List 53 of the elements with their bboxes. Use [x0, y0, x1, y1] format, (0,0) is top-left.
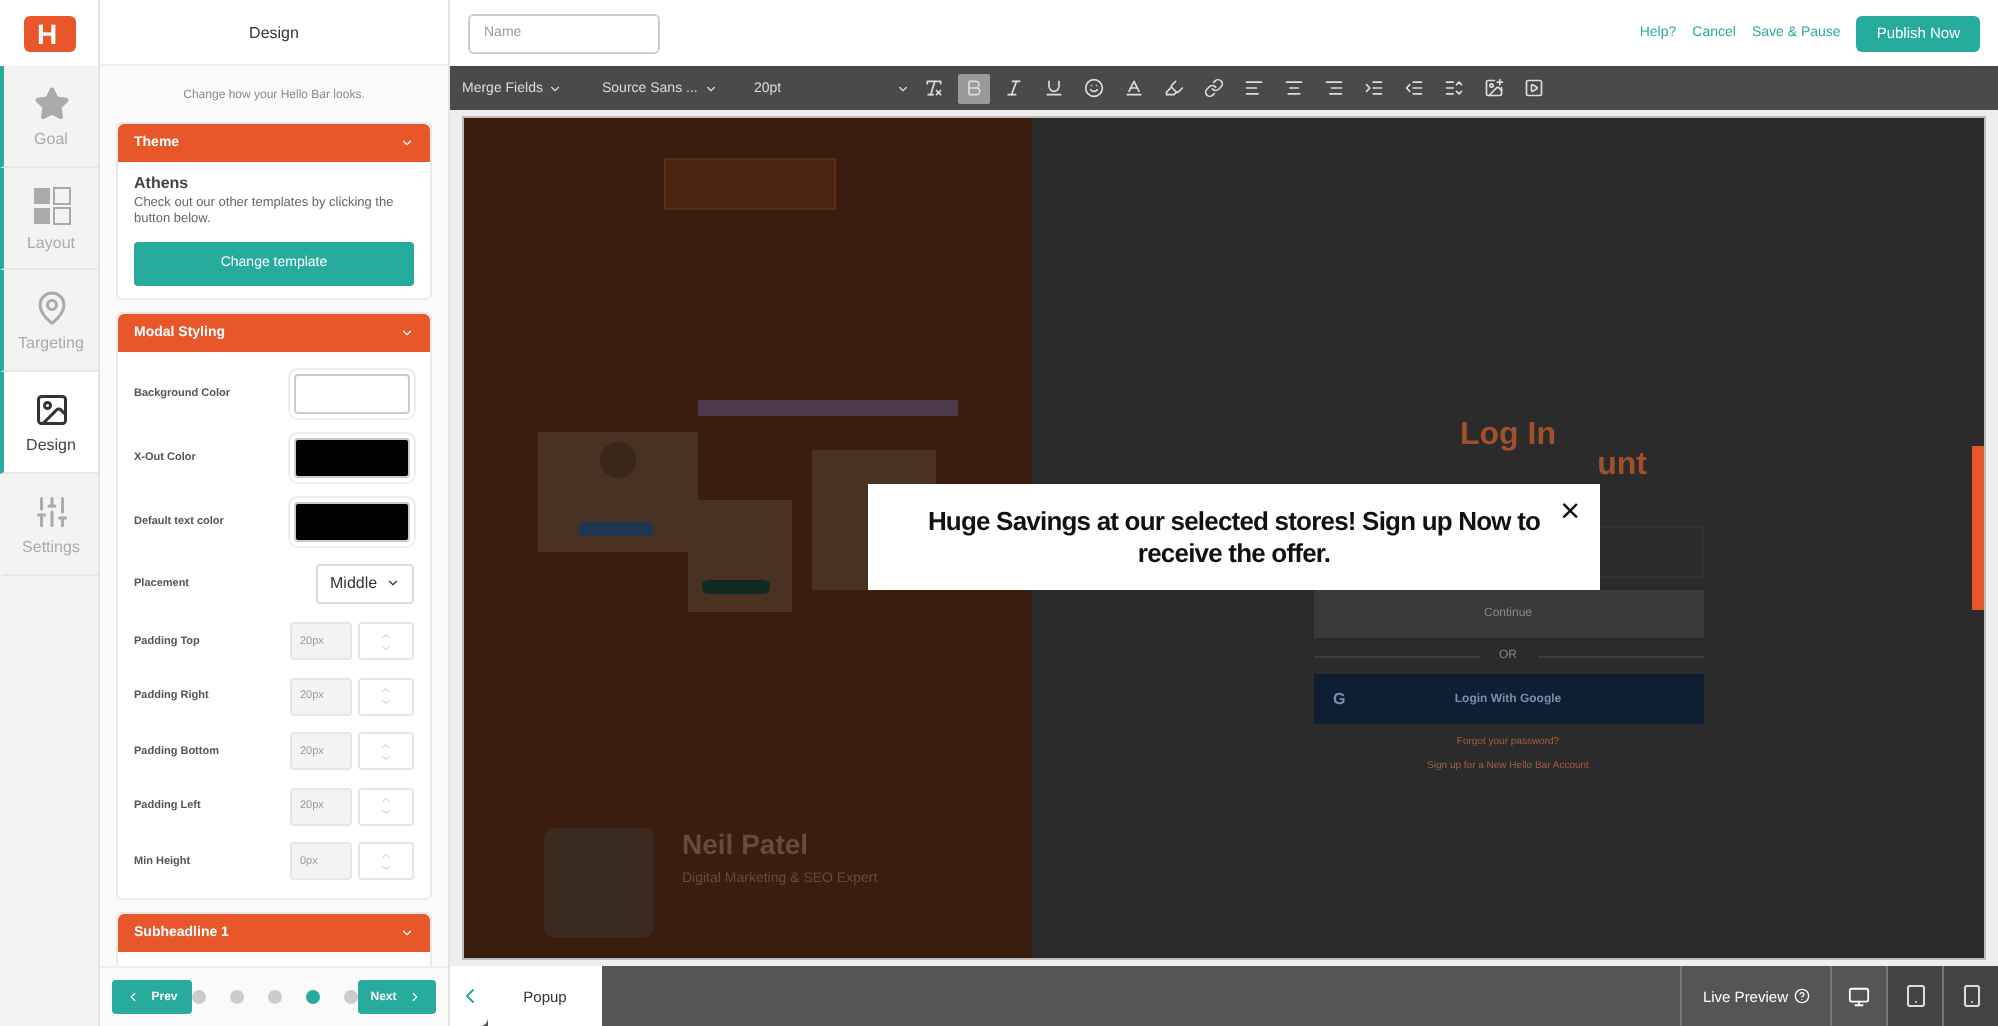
nav-label: Settings — [22, 537, 80, 555]
chevron-down-icon — [380, 751, 392, 764]
chevron-down-icon — [400, 136, 414, 150]
tablet-icon[interactable] — [1886, 966, 1942, 1026]
settings-icon — [33, 493, 69, 529]
nav-label: Design — [26, 435, 76, 453]
help-icon — [1794, 988, 1810, 1004]
chevron-down-icon — [400, 325, 414, 340]
phone-icon[interactable] — [1942, 966, 1998, 1026]
chevron-down-icon — [896, 81, 910, 95]
chevron-down-icon — [380, 641, 392, 654]
chevron-left-icon — [125, 990, 140, 1004]
chevron-up-icon — [380, 629, 392, 642]
chevron-up-icon — [380, 794, 392, 807]
chevron-down-icon — [380, 696, 392, 709]
login-heading: unt — [1595, 450, 1649, 482]
chevron-down-icon — [400, 926, 414, 941]
chevron-down-icon — [703, 81, 718, 95]
layout-icon — [31, 185, 71, 225]
nav-item[interactable]: Goal — [0, 66, 98, 168]
theme-name: Athens — [134, 174, 191, 192]
chevron-up-icon — [380, 739, 392, 752]
bold-icon[interactable] — [958, 73, 990, 103]
close-button[interactable]: × — [1560, 494, 1580, 528]
design-icon — [33, 391, 69, 427]
nav-label: Layout — [26, 233, 76, 251]
color-swatch[interactable] — [294, 437, 410, 478]
nav-item[interactable]: Layout — [0, 168, 98, 270]
chevron-down-icon — [386, 576, 400, 591]
popup-headline[interactable]: Huge Savings at our selected stores! Sign up Now to receive the offer. — [912, 505, 1556, 569]
google-mark: G — [1333, 690, 1346, 708]
logo[interactable]: H — [23, 15, 75, 51]
panel-title: Design — [100, 0, 448, 66]
chevron-down-icon — [548, 81, 563, 95]
step-dot[interactable] — [267, 990, 281, 1004]
chevron-down-icon — [380, 806, 392, 819]
step-dot[interactable] — [305, 990, 319, 1004]
color-swatch[interactable] — [294, 501, 410, 542]
targeting-icon — [33, 289, 69, 325]
chevron-down-icon — [380, 861, 392, 874]
chevron-up-icon — [380, 849, 392, 862]
nav-label: Targeting — [18, 333, 84, 351]
login-heading: Log In — [1458, 418, 1558, 454]
color-swatch[interactable] — [294, 373, 410, 414]
nav-item[interactable]: Targeting — [0, 270, 98, 372]
step-dot[interactable] — [229, 990, 243, 1004]
step-dot[interactable] — [343, 990, 357, 1004]
placement-select[interactable]: Middle — [316, 563, 414, 604]
goal-icon — [33, 85, 69, 121]
chevron-right-icon — [408, 990, 423, 1004]
nav-label: Goal — [34, 129, 68, 147]
nav-item[interactable]: Design — [0, 372, 98, 474]
chevron-up-icon — [380, 684, 392, 697]
